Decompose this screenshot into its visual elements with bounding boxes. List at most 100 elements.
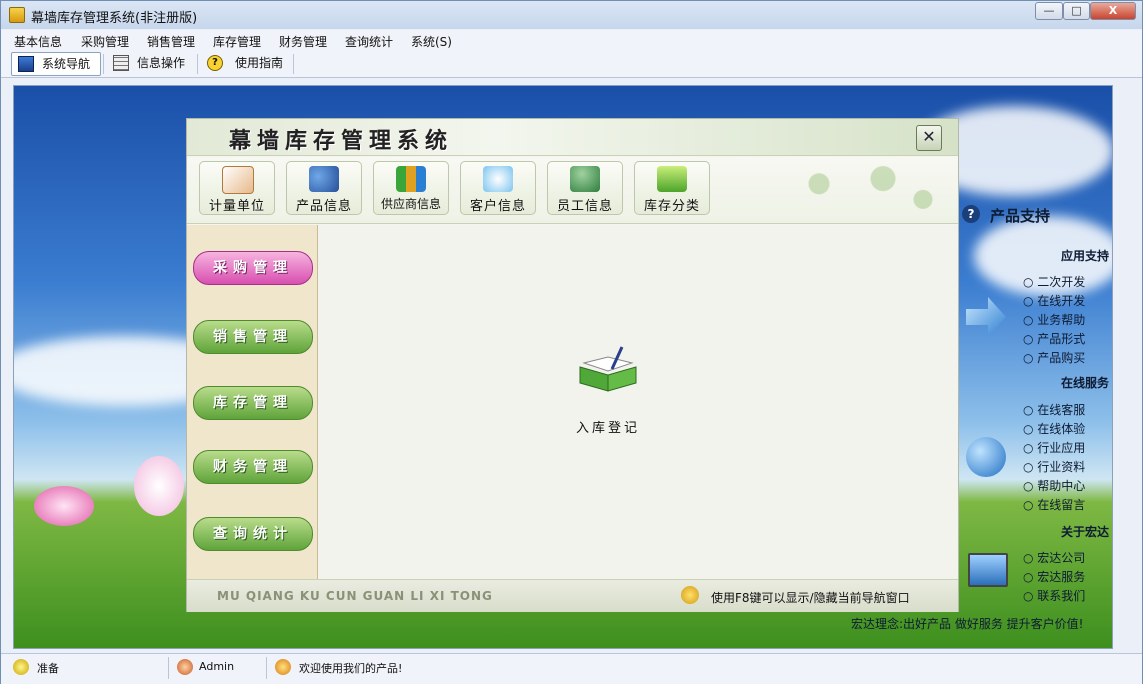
status-message: 欢迎使用我们的产品! <box>299 662 403 675</box>
shortcut-suppliers-label: 供应商信息 <box>380 197 441 211</box>
link-online-dev[interactable]: ○ 在线开发 <box>1023 292 1085 309</box>
link-secondary-dev[interactable]: ○ 二次开发 <box>1023 273 1085 290</box>
link-product-buy[interactable]: ○ 产品购买 <box>1023 349 1085 366</box>
menu-system[interactable]: 系统(S) <box>411 33 452 50</box>
status-ready: 准备 <box>37 662 59 675</box>
tab-info-ops-label: 信息操作 <box>137 56 186 70</box>
link-company[interactable]: ○ 宏达公司 <box>1023 549 1085 566</box>
main-window: 幕墙库存管理系统(非注册版) — □ X 基本信息 采购管理 销售管理 库存管理… <box>0 0 1143 684</box>
link-contact[interactable]: ○ 联系我们 <box>1023 587 1085 604</box>
window-title: 幕墙库存管理系统(非注册版) <box>31 11 198 26</box>
tab-system-nav[interactable]: 系统导航 <box>11 52 101 76</box>
shortcut-units-label: 计量单位 <box>208 199 265 214</box>
minimize-button[interactable]: — <box>1035 2 1063 20</box>
link-service[interactable]: ○ 宏达服务 <box>1023 568 1085 585</box>
status-user: Admin <box>199 660 235 673</box>
flower-decoration <box>34 486 94 526</box>
status-separator <box>168 657 169 679</box>
open-book-icon[interactable] <box>578 345 638 393</box>
menu-query[interactable]: 查询统计 <box>345 33 393 50</box>
people-icon <box>570 166 600 192</box>
shortcut-products[interactable]: 产品信息 <box>286 161 362 215</box>
tab-info-ops[interactable]: 信息操作 <box>107 52 193 74</box>
link-online-support[interactable]: ○ 在线客服 <box>1023 401 1085 418</box>
menu-bar: 基本信息 采购管理 销售管理 库存管理 财务管理 查询统计 系统(S) <box>1 30 1142 50</box>
handshake-icon <box>483 166 513 192</box>
folder-icon <box>657 166 687 192</box>
menu-purchase[interactable]: 采购管理 <box>81 33 129 50</box>
link-leave-message[interactable]: ○ 在线留言 <box>1023 496 1085 513</box>
toolbar: 系统导航 信息操作 ? 使用指南 <box>1 50 1142 78</box>
grid-icon <box>113 55 129 71</box>
nav-inventory[interactable]: 库存管理 <box>193 386 313 420</box>
status-ready-icon <box>13 659 29 675</box>
link-industry-docs[interactable]: ○ 行业资料 <box>1023 458 1085 475</box>
shortcut-employees-label: 员工信息 <box>556 199 613 214</box>
dialog-titlebar: 幕墙库存管理系统 ✕ <box>187 119 958 156</box>
stock-in-label[interactable]: 入库登记 <box>558 417 658 436</box>
app-icon <box>9 7 25 23</box>
monitor-icon <box>18 56 34 72</box>
workspace: 入库登记 <box>318 225 958 579</box>
shortcut-suppliers[interactable]: 供应商信息 <box>373 161 449 215</box>
link-online-trial[interactable]: ○ 在线体验 <box>1023 420 1085 437</box>
shortcut-categories-label: 库存分类 <box>643 199 700 214</box>
shortcut-units[interactable]: 计量单位 <box>199 161 275 215</box>
tip-bulb-icon <box>681 586 699 604</box>
shortcut-customers-label: 客户信息 <box>469 199 526 214</box>
dialog-footer: MU QIANG KU CUN GUAN LI XI TONG 使用F8键可以显… <box>187 579 958 612</box>
user-icon <box>177 659 193 675</box>
status-bar: 准备 Admin 欢迎使用我们的产品! <box>1 653 1142 684</box>
link-business-help[interactable]: ○ 业务帮助 <box>1023 311 1085 328</box>
link-help-center[interactable]: ○ 帮助中心 <box>1023 477 1085 494</box>
flower-decoration <box>134 456 184 516</box>
top-shortcuts: 计量单位 产品信息 供应商信息 客户信息 员工信息 库存分类 <box>187 157 958 224</box>
tab-system-nav-label: 系统导航 <box>42 57 91 71</box>
company-slogan: 宏达理念:出好产品 做好服务 提升客户价值! <box>851 617 1084 631</box>
link-product-form[interactable]: ○ 产品形式 <box>1023 330 1085 347</box>
dialog-title: 幕墙库存管理系统 <box>229 129 454 154</box>
section-online-service: 在线服务 <box>1060 376 1109 390</box>
help-circle-icon: ? <box>962 205 980 223</box>
nav-sales[interactable]: 销售管理 <box>193 320 313 354</box>
help-icon: ? <box>207 55 223 71</box>
leaf-decoration <box>787 163 947 215</box>
users-icon <box>309 166 339 192</box>
product-icon <box>275 659 291 675</box>
close-button[interactable]: X <box>1090 2 1136 20</box>
nav-purchase[interactable]: 采购管理 <box>193 251 313 285</box>
toolbar-separator <box>103 54 104 74</box>
title-bar: 幕墙库存管理系统(非注册版) — □ X <box>1 1 1142 29</box>
footer-pinyin: MU QIANG KU CUN GUAN LI XI TONG <box>217 589 493 603</box>
menu-finance[interactable]: 财务管理 <box>279 33 327 50</box>
globe-icon <box>966 437 1006 477</box>
dialog-close-button[interactable]: ✕ <box>916 125 942 151</box>
section-about: 关于宏达 <box>1060 525 1109 539</box>
section-app-support: 应用支持 <box>1060 249 1109 263</box>
status-separator <box>266 657 267 679</box>
menu-sales[interactable]: 销售管理 <box>147 33 195 50</box>
shortcut-customers[interactable]: 客户信息 <box>460 161 536 215</box>
menu-inventory[interactable]: 库存管理 <box>213 33 261 50</box>
menu-basic-info[interactable]: 基本信息 <box>14 33 62 50</box>
chart-icon <box>396 166 426 192</box>
link-industry-app[interactable]: ○ 行业应用 <box>1023 439 1085 456</box>
navigation-dialog: 幕墙库存管理系统 ✕ 计量单位 产品信息 供应商信息 客户信息 员工信息 库存分… <box>187 119 958 612</box>
nav-query[interactable]: 查询统计 <box>193 517 313 551</box>
shortcut-categories[interactable]: 库存分类 <box>634 161 710 215</box>
book-icon <box>222 166 254 194</box>
product-support-panel: ? 产品支持 应用支持 ○ 二次开发 ○ 在线开发 ○ 业务帮助 ○ 产品形式 … <box>958 201 1113 631</box>
arrow-right-icon <box>966 297 1006 337</box>
computer-icon <box>968 553 1008 587</box>
left-navigation: 采购管理 销售管理 库存管理 财务管理 查询统计 <box>187 225 318 579</box>
toolbar-separator <box>293 54 294 74</box>
shortcut-products-label: 产品信息 <box>295 199 352 214</box>
footer-tip: 使用F8键可以显示/隐藏当前导航窗口 <box>711 591 910 605</box>
toolbar-separator <box>197 54 198 74</box>
nav-finance[interactable]: 财务管理 <box>193 450 313 484</box>
support-header: 产品支持 <box>990 207 1051 225</box>
maximize-button[interactable]: □ <box>1063 2 1090 20</box>
tab-user-guide-label: 使用指南 <box>235 56 284 70</box>
tab-user-guide[interactable]: ? 使用指南 <box>201 52 291 74</box>
shortcut-employees[interactable]: 员工信息 <box>547 161 623 215</box>
